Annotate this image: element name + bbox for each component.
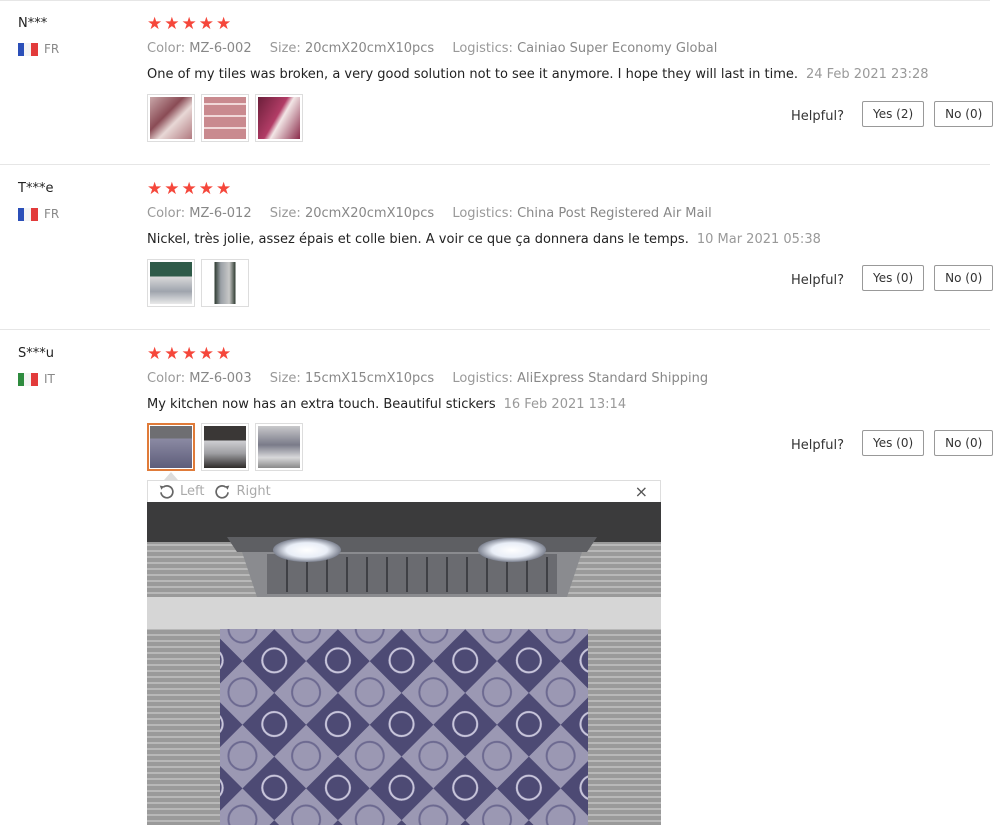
helpful-no-button[interactable]: No (0) bbox=[934, 265, 994, 291]
star-icon: ★ bbox=[216, 344, 232, 364]
star-icon: ★ bbox=[198, 14, 214, 34]
rotate-left-icon bbox=[159, 485, 174, 499]
review-photos bbox=[147, 94, 303, 142]
logistics-value: Cainiao Super Economy Global bbox=[517, 41, 718, 56]
reviewer-country: IT bbox=[18, 372, 55, 386]
divider bbox=[0, 164, 990, 165]
size-value: 20cmX20cmX10pcs bbox=[304, 206, 435, 221]
star-icon: ★ bbox=[164, 179, 180, 199]
star-icon: ★ bbox=[216, 179, 232, 199]
country-code: FR bbox=[44, 42, 60, 56]
review-body: My kitchen now has an extra touch. Beaut… bbox=[147, 397, 496, 412]
helpful-yes-button[interactable]: Yes (0) bbox=[861, 265, 925, 291]
color-label: Color: bbox=[147, 206, 186, 221]
star-icon: ★ bbox=[164, 14, 180, 34]
color-value: MZ-6-003 bbox=[189, 371, 252, 386]
close-icon[interactable]: × bbox=[635, 482, 648, 501]
star-rating: ★ ★ ★ ★ ★ bbox=[147, 346, 231, 363]
viewer-toolbar: Left Right × bbox=[147, 480, 661, 502]
review-photo-thumbnail[interactable] bbox=[255, 94, 303, 142]
review-date: 10 Mar 2021 05:38 bbox=[696, 232, 821, 247]
rotate-right-label: Right bbox=[236, 484, 271, 499]
star-icon: ★ bbox=[147, 179, 163, 199]
viewer-pointer bbox=[164, 472, 178, 480]
color-label: Color: bbox=[147, 371, 186, 386]
review-product-info: Color: MZ-6-002 Size: 20cmX20cmX10pcs Lo… bbox=[147, 41, 731, 56]
star-icon: ★ bbox=[198, 179, 214, 199]
star-icon: ★ bbox=[216, 14, 232, 34]
helpful-vote: Helpful? Yes (0) No (0) bbox=[791, 265, 994, 291]
italy-flag-icon bbox=[18, 372, 38, 386]
logistics-value: AliExpress Standard Shipping bbox=[517, 371, 709, 386]
review-photo-thumbnail[interactable] bbox=[201, 94, 249, 142]
size-label: Size: bbox=[269, 41, 301, 56]
review-photo-thumbnail[interactable] bbox=[201, 259, 249, 307]
star-icon: ★ bbox=[198, 344, 214, 364]
helpful-yes-button[interactable]: Yes (0) bbox=[861, 430, 925, 456]
logistics-value: China Post Registered Air Mail bbox=[517, 206, 712, 221]
review-photo-thumbnail[interactable] bbox=[147, 259, 195, 307]
rotate-left-label: Left bbox=[180, 484, 205, 499]
review-date: 24 Feb 2021 23:28 bbox=[805, 67, 929, 82]
size-value: 20cmX20cmX10pcs bbox=[304, 41, 435, 56]
helpful-no-button[interactable]: No (0) bbox=[934, 101, 994, 127]
review-text: One of my tiles was broken, a very good … bbox=[147, 67, 929, 82]
star-icon: ★ bbox=[147, 344, 163, 364]
color-value: MZ-6-012 bbox=[189, 206, 252, 221]
review-photos bbox=[147, 259, 249, 307]
review-photo-thumbnail[interactable] bbox=[201, 423, 249, 471]
divider bbox=[0, 329, 990, 330]
reviewer-name: T***e bbox=[18, 181, 54, 196]
review-photo-thumbnail[interactable] bbox=[147, 94, 195, 142]
review-photo-thumbnail-selected[interactable] bbox=[147, 423, 195, 471]
rotate-right-icon bbox=[215, 485, 230, 499]
star-icon: ★ bbox=[181, 344, 197, 364]
review-photo-thumbnail[interactable] bbox=[255, 423, 303, 471]
country-code: FR bbox=[44, 207, 60, 221]
helpful-label: Helpful? bbox=[791, 437, 844, 453]
helpful-vote: Helpful? Yes (2) No (0) bbox=[791, 101, 994, 127]
france-flag-icon bbox=[18, 42, 38, 56]
star-icon: ★ bbox=[164, 344, 180, 364]
star-icon: ★ bbox=[181, 179, 197, 199]
review-text: My kitchen now has an extra touch. Beaut… bbox=[147, 397, 626, 412]
reviewer-name: N*** bbox=[18, 16, 48, 31]
color-value: MZ-6-002 bbox=[189, 41, 252, 56]
review-product-info: Color: MZ-6-012 Size: 20cmX20cmX10pcs Lo… bbox=[147, 206, 726, 221]
reviewer-country: FR bbox=[18, 207, 59, 221]
logistics-label: Logistics: bbox=[452, 371, 513, 386]
reviewer-name: S***u bbox=[18, 346, 54, 361]
france-flag-icon bbox=[18, 207, 38, 221]
review-text: Nickel, très jolie, assez épais et colle… bbox=[147, 232, 821, 247]
helpful-no-button[interactable]: No (0) bbox=[934, 430, 994, 456]
review-photo-large bbox=[147, 502, 661, 825]
star-icon: ★ bbox=[181, 14, 197, 34]
helpful-vote: Helpful? Yes (0) No (0) bbox=[791, 430, 994, 456]
helpful-yes-button[interactable]: Yes (2) bbox=[861, 101, 925, 127]
logistics-label: Logistics: bbox=[452, 206, 513, 221]
divider bbox=[0, 0, 990, 1]
review-photos bbox=[147, 423, 303, 471]
star-rating: ★ ★ ★ ★ ★ bbox=[147, 16, 231, 33]
size-label: Size: bbox=[269, 206, 301, 221]
helpful-label: Helpful? bbox=[791, 108, 844, 124]
review-body: Nickel, très jolie, assez épais et colle… bbox=[147, 232, 689, 247]
review-product-info: Color: MZ-6-003 Size: 15cmX15cmX10pcs Lo… bbox=[147, 371, 722, 386]
helpful-label: Helpful? bbox=[791, 272, 844, 288]
rotate-right-button[interactable]: Right bbox=[214, 483, 271, 500]
rotate-left-button[interactable]: Left bbox=[158, 483, 204, 500]
size-label: Size: bbox=[269, 371, 301, 386]
country-code: IT bbox=[44, 372, 55, 386]
size-value: 15cmX15cmX10pcs bbox=[304, 371, 435, 386]
image-viewer: Left Right × bbox=[147, 472, 661, 825]
star-rating: ★ ★ ★ ★ ★ bbox=[147, 181, 231, 198]
reviewer-country: FR bbox=[18, 42, 59, 56]
color-label: Color: bbox=[147, 41, 186, 56]
review-date: 16 Feb 2021 13:14 bbox=[503, 397, 627, 412]
logistics-label: Logistics: bbox=[452, 41, 513, 56]
kitchen-photo bbox=[147, 502, 661, 825]
star-icon: ★ bbox=[147, 14, 163, 34]
review-body: One of my tiles was broken, a very good … bbox=[147, 67, 798, 82]
